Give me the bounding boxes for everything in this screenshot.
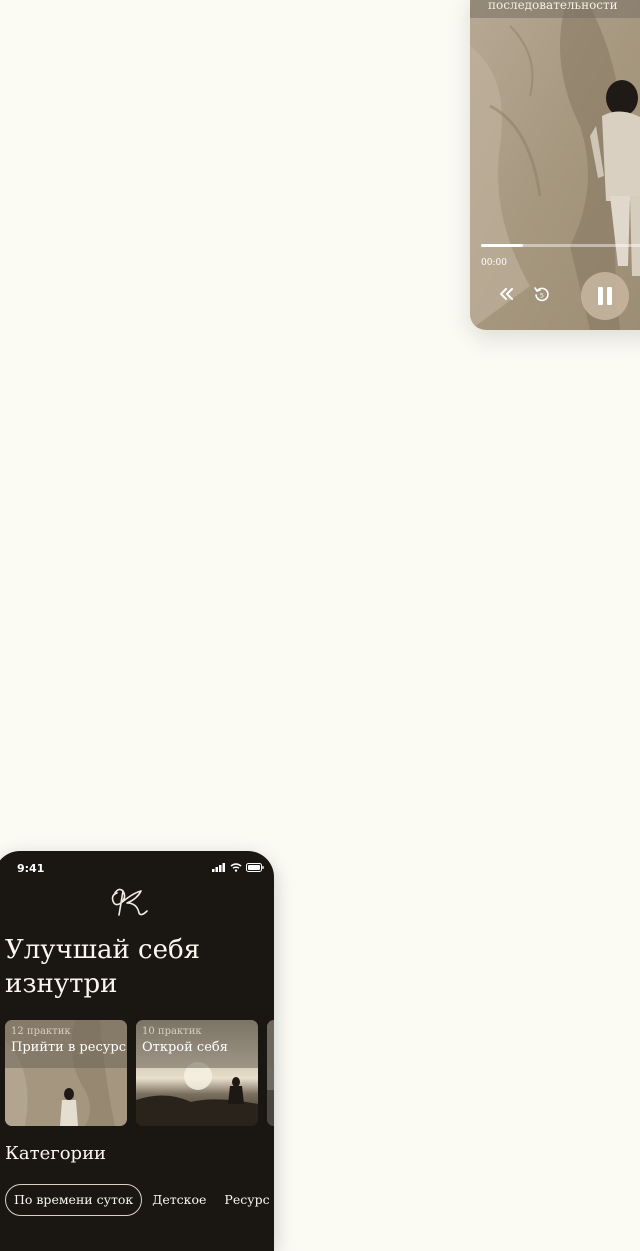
- collection-overlay: [267, 1020, 274, 1068]
- battery-icon: [246, 863, 264, 872]
- collection-count: 10 практик: [142, 1026, 202, 1037]
- progress-fill: [481, 244, 523, 247]
- collection-card[interactable]: [267, 1020, 274, 1126]
- wifi-icon: [230, 863, 242, 872]
- svg-text:5: 5: [540, 292, 544, 300]
- status-bar-icons: [212, 863, 264, 872]
- chip-resource[interactable]: Ресурс: [216, 1185, 274, 1215]
- collection-count: 12 практик: [11, 1026, 71, 1037]
- collections-carousel: 12 практик Прийти в ресурс 10 практик От…: [5, 1020, 274, 1126]
- signal-icon: [212, 863, 225, 872]
- rewind-icon: [500, 288, 513, 300]
- page-headline: Улучшай себя изнутри: [5, 935, 201, 999]
- elapsed-time: 00:00: [481, 258, 507, 268]
- progress-bar[interactable]: [481, 244, 640, 247]
- category-chips: По времени суток Детское Ресурс: [5, 1184, 274, 1216]
- replay-5-button[interactable]: 5: [530, 282, 554, 306]
- audio-player-card: последовательности 00:00 5: [470, 0, 640, 330]
- collection-card[interactable]: 10 практик Открой себя: [136, 1020, 258, 1126]
- pause-button[interactable]: [581, 272, 629, 320]
- collection-card[interactable]: 12 практик Прийти в ресурс: [5, 1020, 127, 1126]
- categories-title: Категории: [5, 1143, 107, 1164]
- replay-5-icon: 5: [534, 287, 549, 302]
- chip-kids[interactable]: Детское: [144, 1185, 214, 1215]
- logo-monogram: [104, 885, 154, 921]
- status-bar-time: 9:41: [17, 862, 45, 875]
- collection-name: Прийти в ресурс: [11, 1040, 126, 1055]
- pause-icon: [598, 287, 612, 305]
- phone-home-screen: 9:41 Улучшай себя изнутри 12 практик При…: [0, 851, 274, 1251]
- chip-by-time-of-day[interactable]: По времени суток: [5, 1184, 143, 1216]
- player-track-subtitle: последовательности: [488, 0, 618, 12]
- collection-name: Открой себя: [142, 1040, 228, 1055]
- rewind-button[interactable]: [494, 282, 518, 306]
